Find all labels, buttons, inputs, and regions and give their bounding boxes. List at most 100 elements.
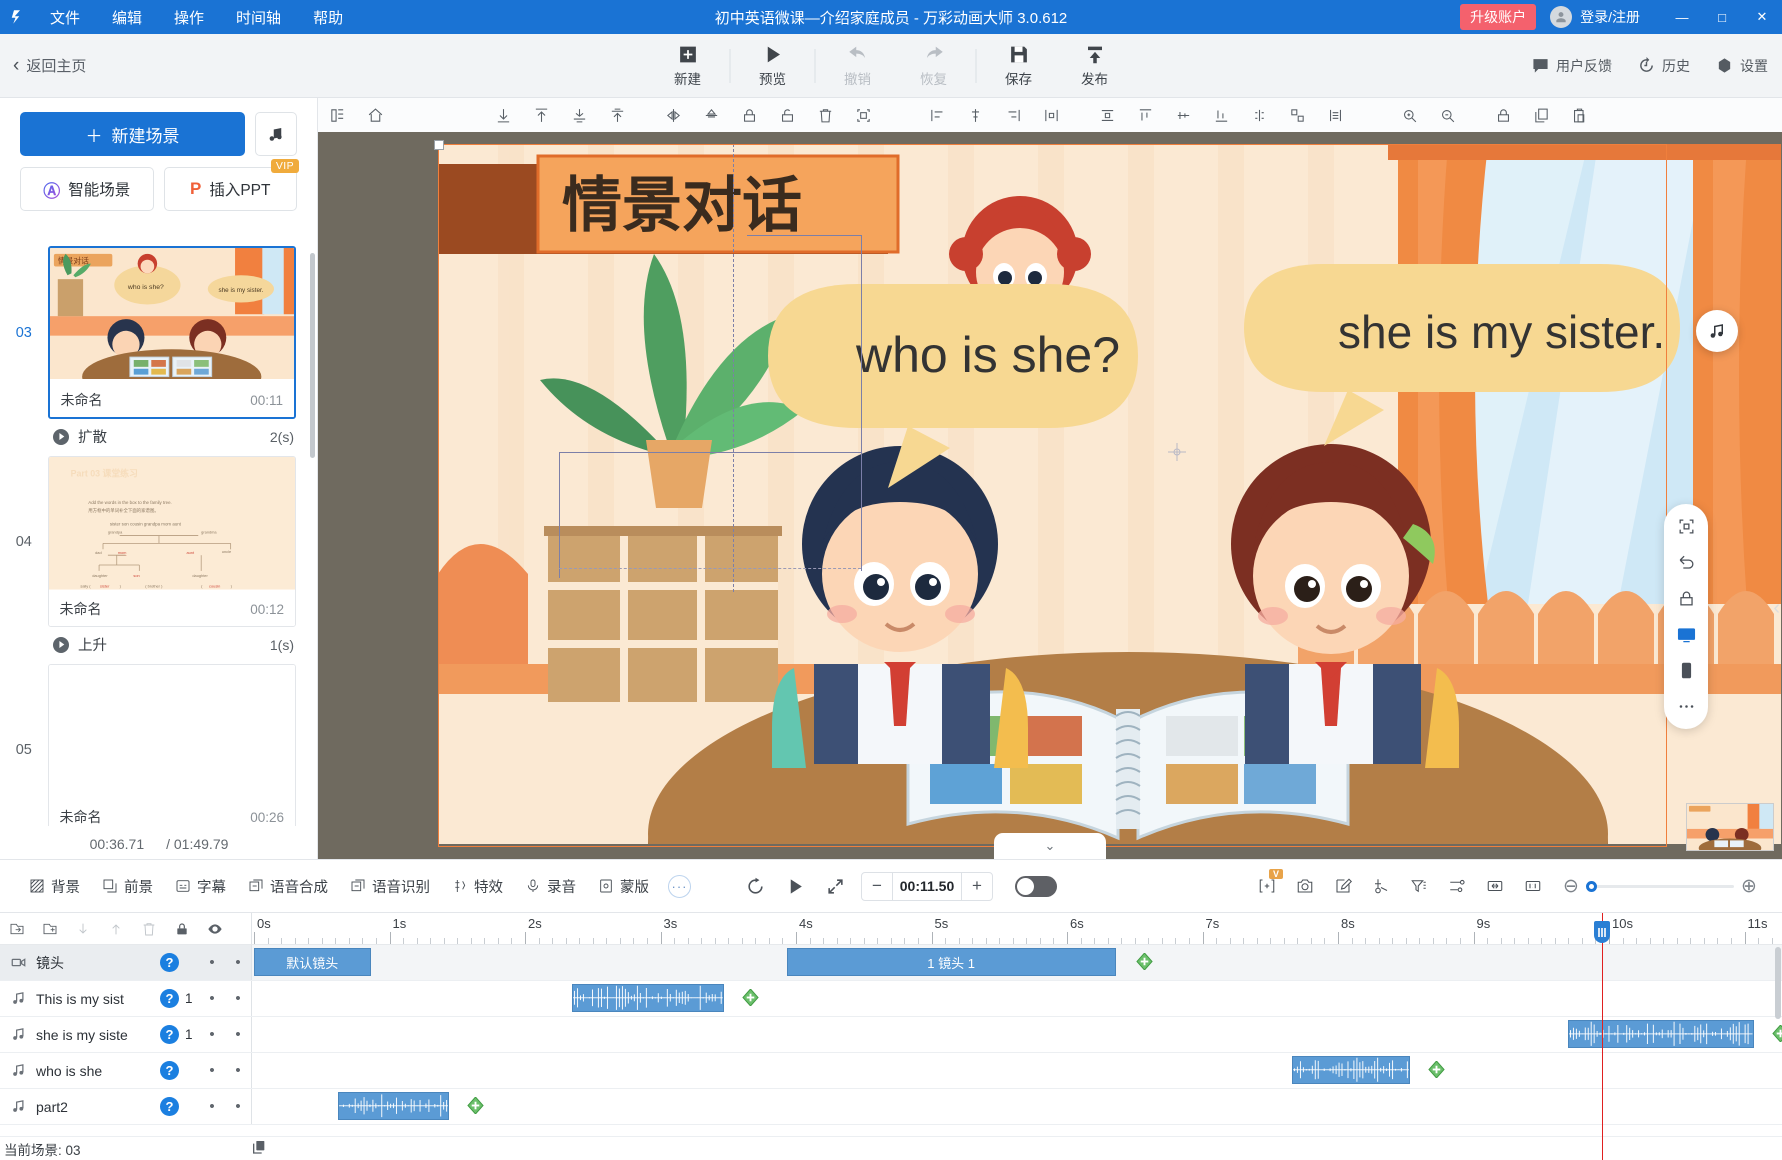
timeline-track-row[interactable]: she is my siste ? 1 • • bbox=[0, 1017, 1782, 1053]
save-button[interactable]: 保存 bbox=[981, 37, 1057, 95]
align-middle2-icon[interactable] bbox=[1164, 100, 1202, 130]
tts-button[interactable]: 语音合成 bbox=[237, 872, 339, 901]
lock-icon[interactable] bbox=[730, 100, 768, 130]
undo-curve-icon[interactable] bbox=[1671, 551, 1701, 575]
keyframe-marker[interactable] bbox=[1772, 1024, 1782, 1043]
lock-track-icon[interactable] bbox=[165, 914, 198, 944]
keyframe-marker[interactable] bbox=[1427, 1060, 1445, 1079]
flip-horizontal-icon[interactable] bbox=[654, 100, 692, 130]
preview-button[interactable]: 预览 bbox=[735, 37, 811, 95]
zoom-slider[interactable]: ⊖ ⊕ bbox=[1556, 871, 1764, 901]
account-button[interactable]: 登录/注册 bbox=[1550, 6, 1640, 28]
move-down-icon[interactable] bbox=[66, 914, 99, 944]
move-up-icon[interactable] bbox=[99, 914, 132, 944]
timeline-track-row[interactable]: part2 ? • • bbox=[0, 1089, 1782, 1125]
group-icon[interactable] bbox=[1240, 100, 1278, 130]
menu-item-file[interactable]: 文件 bbox=[34, 2, 96, 33]
track-lane[interactable] bbox=[252, 1017, 1782, 1052]
spacing-icon[interactable] bbox=[1316, 100, 1354, 130]
scene-card[interactable]: 未命名 00:26 bbox=[47, 664, 296, 826]
lock-icon[interactable] bbox=[1671, 587, 1701, 611]
user-feedback-button[interactable]: 用户反馈 bbox=[1532, 56, 1612, 76]
align-bottom2-icon[interactable] bbox=[1202, 100, 1240, 130]
edit-button[interactable] bbox=[1324, 869, 1362, 903]
align-bottom-icon[interactable] bbox=[484, 100, 522, 130]
flip-vertical-icon[interactable] bbox=[692, 100, 730, 130]
publish-button[interactable]: 发布 bbox=[1057, 37, 1133, 95]
minimize-button[interactable]: — bbox=[1662, 0, 1702, 34]
collapse-panel-chevron-icon[interactable]: ‹ bbox=[1773, 597, 1780, 620]
keyframe-marker[interactable] bbox=[467, 1096, 484, 1115]
insert-ppt-button[interactable]: P 插入PPT VIP bbox=[163, 159, 299, 211]
scene-card[interactable]: 情景对话 who is she? she is my sister. 未命名 0… bbox=[47, 246, 296, 419]
paste-icon[interactable] bbox=[1560, 100, 1598, 130]
scene-canvas[interactable]: who is she? she is my sister. 情景对话 bbox=[438, 144, 1781, 844]
track-lock-dot[interactable]: • bbox=[199, 954, 225, 971]
new-button[interactable]: 新建 bbox=[650, 37, 726, 95]
stage[interactable]: who is she? she is my sister. 情景对话 ‹ ⌄ bbox=[318, 132, 1782, 859]
lock2-icon[interactable] bbox=[1484, 100, 1522, 130]
distribute-h-icon[interactable] bbox=[1032, 100, 1070, 130]
home-icon[interactable] bbox=[356, 100, 394, 130]
track-label-cell[interactable]: who is she ? • • bbox=[0, 1053, 252, 1088]
track-lane[interactable] bbox=[252, 1089, 1782, 1124]
desktop-icon[interactable] bbox=[1671, 622, 1701, 646]
layers-icon[interactable] bbox=[318, 100, 356, 130]
foreground-button[interactable]: 前景 bbox=[91, 872, 164, 901]
copy-icon[interactable] bbox=[1522, 100, 1560, 130]
zoom-track[interactable] bbox=[1586, 880, 1734, 892]
align-center-h-icon[interactable] bbox=[956, 100, 994, 130]
track-help-icon[interactable]: ? bbox=[160, 989, 179, 1008]
track-lane[interactable]: 默认镜头 1 镜头 1 bbox=[252, 945, 1782, 980]
transition-play-icon[interactable] bbox=[53, 636, 69, 653]
redo-button[interactable]: 恢复 bbox=[896, 37, 972, 95]
effects-button[interactable]: 特效 bbox=[441, 872, 514, 901]
track-lock-dot[interactable]: • bbox=[199, 990, 225, 1007]
mobile-icon[interactable] bbox=[1671, 658, 1701, 682]
menu-item-operation[interactable]: 操作 bbox=[158, 2, 220, 33]
zoom-in-icon[interactable] bbox=[1390, 100, 1428, 130]
zoom-out-icon[interactable] bbox=[1428, 100, 1466, 130]
maximize-button[interactable]: □ bbox=[1702, 0, 1742, 34]
ungroup-icon[interactable] bbox=[1278, 100, 1316, 130]
track-lane[interactable] bbox=[252, 981, 1782, 1016]
track-label-cell[interactable]: This is my sist ? 1 • • bbox=[0, 981, 252, 1016]
align-stretch-icon[interactable] bbox=[598, 100, 636, 130]
track-visibility-dot[interactable]: • bbox=[225, 954, 251, 971]
stage-collapse-tab[interactable]: ⌄ bbox=[994, 833, 1106, 859]
more-icon[interactable] bbox=[1671, 694, 1701, 718]
scene-card[interactable]: Part 03 课堂练习 Add the words in the box to… bbox=[47, 456, 296, 627]
audio-clip[interactable] bbox=[338, 1092, 450, 1120]
background-button[interactable]: 背景 bbox=[18, 872, 91, 901]
zoom-in-button[interactable]: ⊕ bbox=[1734, 871, 1764, 901]
back-home-button[interactable]: ‹ 返回主页 bbox=[13, 55, 86, 76]
history-button[interactable]: 历史 bbox=[1638, 56, 1690, 76]
scene-list-scrollbar[interactable] bbox=[310, 253, 315, 458]
menu-item-edit[interactable]: 编辑 bbox=[96, 2, 158, 33]
track-help-icon[interactable]: ? bbox=[160, 1025, 179, 1044]
audio-clip[interactable] bbox=[572, 984, 725, 1012]
align-right-icon[interactable] bbox=[994, 100, 1032, 130]
mask-button[interactable]: 蒙版 bbox=[587, 872, 660, 901]
camera-button[interactable] bbox=[1286, 869, 1324, 903]
fullscreen-button[interactable] bbox=[815, 869, 855, 903]
scene-music-bubble[interactable] bbox=[1696, 310, 1738, 352]
zoom-knob[interactable] bbox=[1586, 880, 1597, 892]
track-help-icon[interactable]: ? bbox=[160, 1061, 179, 1080]
time-stepper[interactable]: − 00:11.50 + bbox=[861, 871, 993, 901]
settings-button[interactable]: 设置 bbox=[1716, 56, 1768, 76]
track-visibility-dot[interactable]: • bbox=[225, 990, 251, 1007]
track-lock-dot[interactable]: • bbox=[199, 1062, 225, 1079]
track-help-icon[interactable]: ? bbox=[160, 1097, 179, 1116]
undo-button[interactable]: 撤销 bbox=[820, 37, 896, 95]
playhead-handle[interactable] bbox=[1594, 921, 1611, 943]
distribute-v-icon[interactable] bbox=[1088, 100, 1126, 130]
track-lock-dot[interactable]: • bbox=[199, 1098, 225, 1115]
upgrade-account-button[interactable]: 升级账户 bbox=[1460, 4, 1537, 30]
audio-clip[interactable] bbox=[1568, 1020, 1754, 1048]
track-lane[interactable] bbox=[252, 1053, 1782, 1088]
subtitle-button[interactable]: 字幕 bbox=[164, 872, 237, 901]
track-visibility-dot[interactable]: • bbox=[225, 1026, 251, 1043]
track-lock-dot[interactable]: • bbox=[199, 1026, 225, 1043]
play-button[interactable] bbox=[775, 869, 815, 903]
